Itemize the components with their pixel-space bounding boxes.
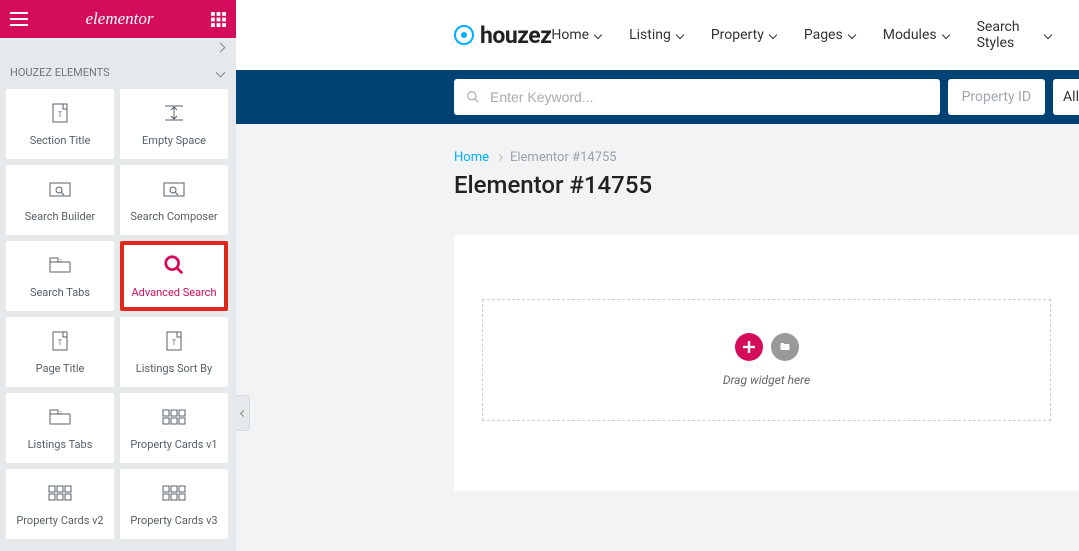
menu-icon[interactable] xyxy=(10,12,28,26)
chevron-down-icon xyxy=(769,31,777,39)
chevron-down-icon xyxy=(847,31,855,39)
search-icon xyxy=(466,90,480,104)
widget-label: Page Title xyxy=(32,362,89,375)
widget-categories: WOOCOMMERCE HOUZEZ ELEMENTS T Section Tit… xyxy=(0,38,236,551)
chevron-right-icon xyxy=(496,154,503,161)
elementor-logo: elementor xyxy=(86,9,154,29)
nav-label: Modules xyxy=(883,27,937,43)
nav-modules[interactable]: Modules xyxy=(883,19,949,51)
widget-property-cards-v3[interactable]: Property Cards v3 xyxy=(120,469,228,539)
widget-property-cards-v1[interactable]: Property Cards v1 xyxy=(120,393,228,463)
canvas: houzez Home Listing Property Pages Modules Se… xyxy=(236,0,1079,551)
breadcrumb-current: Elementor #14755 xyxy=(510,150,617,165)
widget-label: Property Cards v2 xyxy=(12,514,107,527)
nav-listing[interactable]: Listing xyxy=(629,19,683,51)
nav-property[interactable]: Property xyxy=(711,19,776,51)
widget-listings-sort-by[interactable]: T Listings Sort By xyxy=(120,317,228,387)
keyword-search[interactable] xyxy=(454,79,940,115)
boxsearch-icon xyxy=(49,178,71,200)
widget-label: Section Title xyxy=(26,134,95,147)
widget-search-builder[interactable]: Search Builder xyxy=(6,165,114,235)
boxsearch-icon xyxy=(163,178,185,200)
template-button[interactable] xyxy=(771,333,799,361)
drop-zone[interactable]: Drag widget here xyxy=(482,299,1051,421)
widget-label: Listings Sort By xyxy=(132,362,216,375)
main-nav: Home Listing Property Pages Modules Search St… xyxy=(551,19,1051,51)
widget-label: Empty Space xyxy=(138,134,210,147)
widget-label: Property Cards v1 xyxy=(126,438,221,451)
chevron-down-icon xyxy=(1044,31,1052,39)
file-icon: T xyxy=(165,330,183,352)
svg-text:T: T xyxy=(58,339,63,347)
property-id-field[interactable]: Property ID xyxy=(948,79,1045,115)
svg-text:T: T xyxy=(58,111,63,119)
widget-search-composer[interactable]: Search Composer xyxy=(120,165,228,235)
cards-icon xyxy=(48,482,72,504)
panel-collapse-handle[interactable] xyxy=(236,395,250,431)
file-icon: T xyxy=(51,102,69,124)
widget-label: Listings Tabs xyxy=(24,438,97,451)
nav-label: Property xyxy=(711,27,764,43)
keyword-input[interactable] xyxy=(490,89,928,105)
all-filter[interactable]: All xyxy=(1053,79,1079,115)
chevron-down-icon xyxy=(216,68,226,78)
add-section-button[interactable] xyxy=(735,333,763,361)
folder-icon xyxy=(779,341,791,353)
file-icon: T xyxy=(51,330,69,352)
plus-icon xyxy=(743,341,755,353)
tabs-icon xyxy=(49,406,71,428)
widget-search-tabs[interactable]: Search Tabs xyxy=(6,241,114,311)
site-header: houzez Home Listing Property Pages Modules Se… xyxy=(236,0,1079,70)
widget-grid: T Section Title Empty Space Search Builder S… xyxy=(0,89,236,539)
site-brand[interactable]: houzez xyxy=(454,22,551,49)
chevron-down-icon xyxy=(941,31,949,39)
widget-section-title[interactable]: T Section Title xyxy=(6,89,114,159)
magnify-icon xyxy=(163,254,185,276)
widget-label: Search Composer xyxy=(126,210,221,223)
widget-empty-space[interactable]: Empty Space xyxy=(120,89,228,159)
widget-label: Search Builder xyxy=(21,210,100,223)
nav-search-styles[interactable]: Search Styles xyxy=(977,19,1051,51)
svg-text:T: T xyxy=(172,339,177,347)
category-woocommerce[interactable]: WOOCOMMERCE xyxy=(0,38,236,56)
chevron-right-icon xyxy=(216,42,226,52)
widget-label: Advanced Search xyxy=(128,286,221,299)
chevron-down-icon xyxy=(676,31,684,39)
brand-text: houzez xyxy=(480,22,551,49)
panel-header: elementor xyxy=(0,0,236,38)
cards-icon xyxy=(162,482,186,504)
category-label: HOUZEZ ELEMENTS xyxy=(10,66,110,79)
apps-icon[interactable] xyxy=(211,12,226,27)
page-header: Home Elementor #14755 Elementor #14755 xyxy=(236,124,1079,199)
nav-label: Listing xyxy=(629,27,671,43)
nav-pages[interactable]: Pages xyxy=(804,19,855,51)
widget-label: Property Cards v3 xyxy=(126,514,221,527)
dropzone-hint: Drag widget here xyxy=(723,373,810,387)
cards-icon xyxy=(162,406,186,428)
search-bar: Property ID All xyxy=(236,70,1079,124)
nav-label: Pages xyxy=(804,27,843,43)
elementor-panel: elementor WOOCOMMERCE HOUZEZ ELEMENTS T S… xyxy=(0,0,236,551)
nav-label: Home xyxy=(551,27,589,43)
brand-icon xyxy=(454,25,474,45)
widget-listings-tabs[interactable]: Listings Tabs xyxy=(6,393,114,463)
tabs-icon xyxy=(49,254,71,276)
breadcrumb: Home Elementor #14755 xyxy=(454,150,1079,165)
nav-home[interactable]: Home xyxy=(551,19,601,51)
nav-label: Search Styles xyxy=(977,19,1039,51)
widget-page-title[interactable]: T Page Title xyxy=(6,317,114,387)
category-houzez[interactable]: HOUZEZ ELEMENTS xyxy=(0,56,236,89)
page-title: Elementor #14755 xyxy=(454,171,1079,199)
chevron-down-icon xyxy=(594,31,602,39)
vspace-icon xyxy=(163,102,185,124)
widget-property-cards-v2[interactable]: Property Cards v2 xyxy=(6,469,114,539)
editor-section: Drag widget here xyxy=(454,235,1079,491)
widget-label: Search Tabs xyxy=(26,286,94,299)
widget-advanced-search[interactable]: Advanced Search xyxy=(120,241,228,311)
dropzone-actions xyxy=(735,333,799,361)
breadcrumb-home[interactable]: Home xyxy=(454,150,489,165)
